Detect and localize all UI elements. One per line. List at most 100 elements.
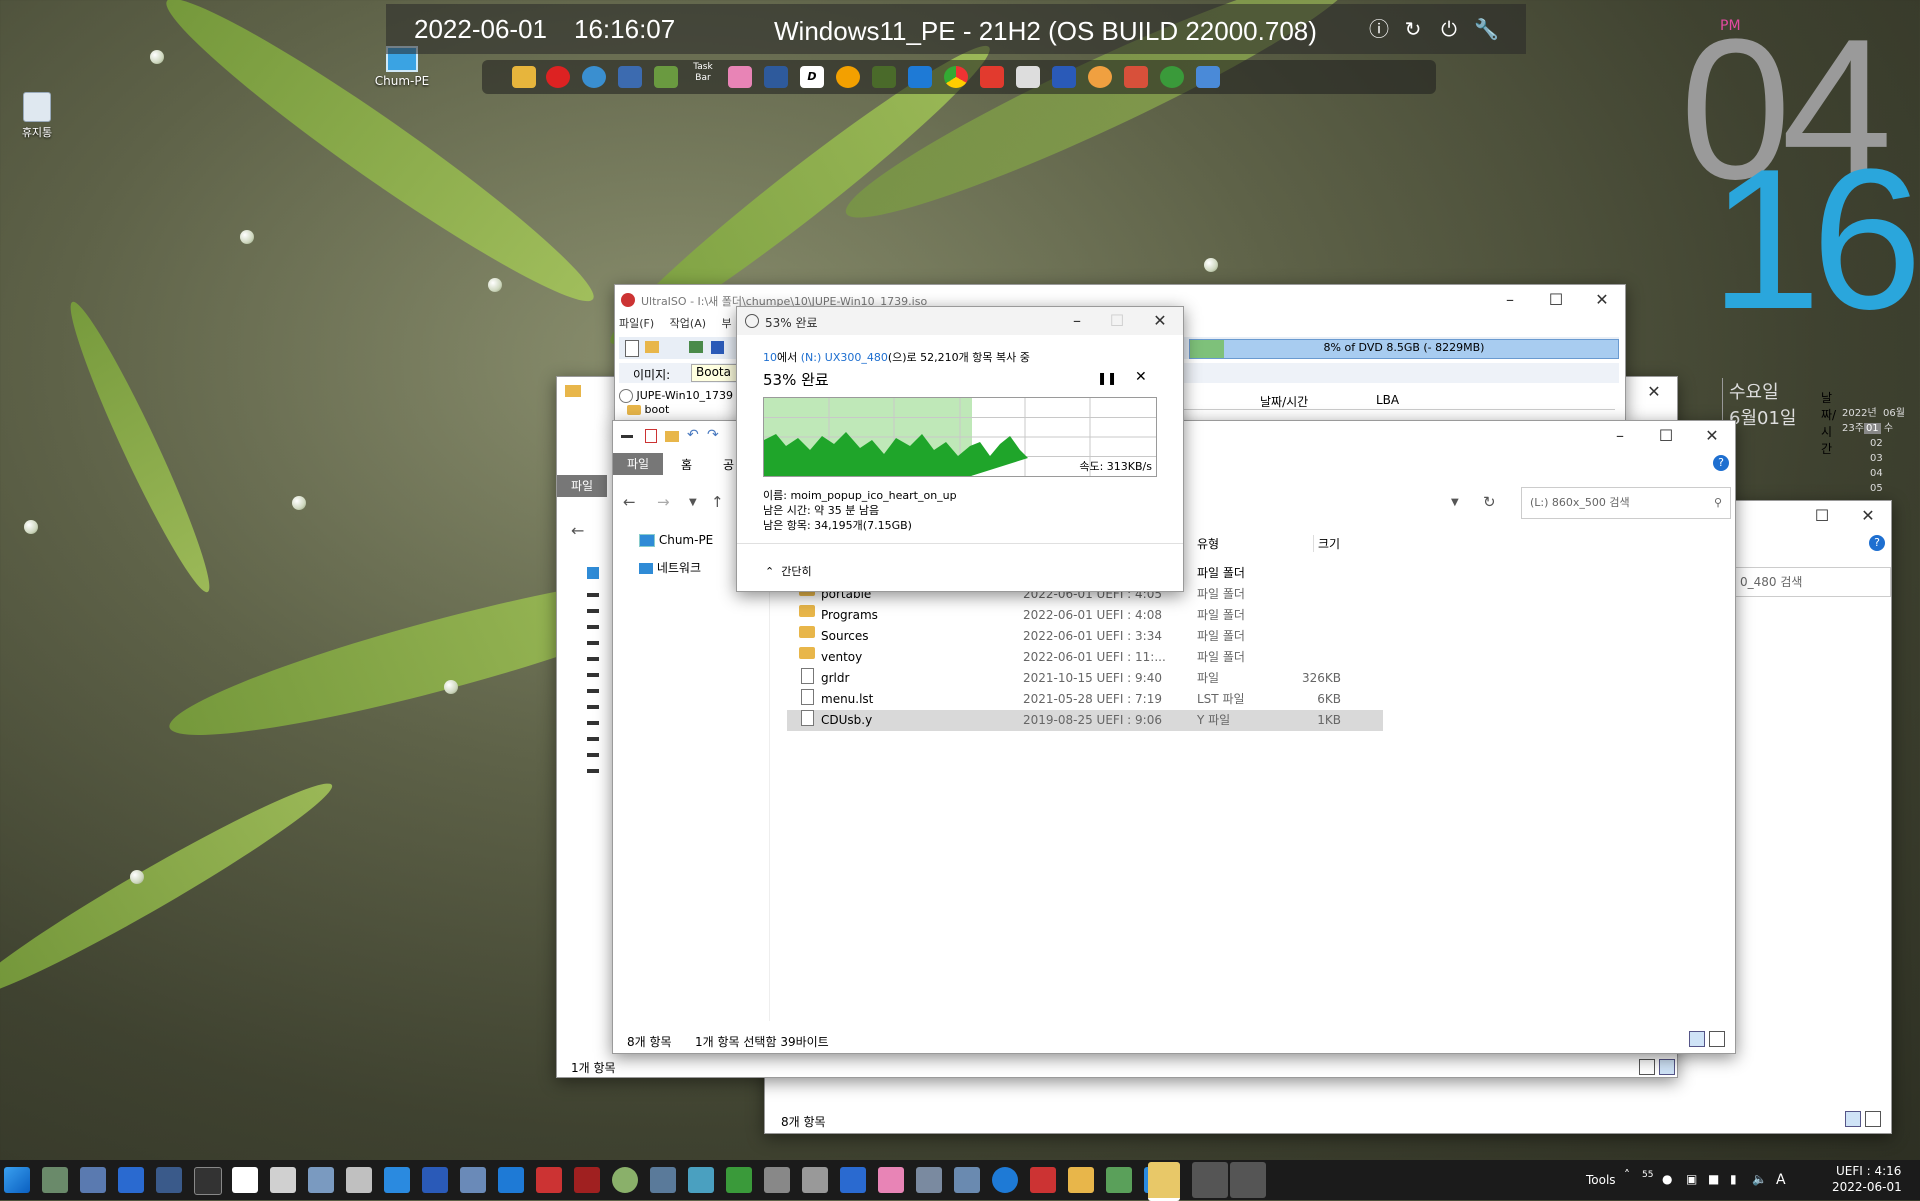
- wrench-icon[interactable]: 🔧: [1474, 18, 1499, 40]
- info-icon[interactable]: ⓘ: [1368, 18, 1390, 40]
- back-nav-back-icon[interactable]: ←: [571, 521, 584, 540]
- back-tiles-view-icon[interactable]: [1659, 1059, 1675, 1075]
- file-row[interactable]: grldr 2021-10-15 UEFI : 9:40 파일 326KB: [787, 668, 1387, 689]
- tb-app-23-icon[interactable]: [878, 1167, 904, 1193]
- ultraiso-menu-file[interactable]: 파일(F): [619, 317, 654, 330]
- ultraiso-col-lba[interactable]: LBA: [1376, 393, 1399, 407]
- copy-minimize-button[interactable]: –: [1057, 307, 1097, 335]
- right-tiles-view-icon[interactable]: [1865, 1111, 1881, 1127]
- tb-app-27-icon[interactable]: [1030, 1167, 1056, 1193]
- quick-disk-icon[interactable]: [618, 66, 642, 88]
- quick-drop-icon[interactable]: [836, 66, 860, 88]
- main-close-button[interactable]: ✕: [1689, 421, 1735, 451]
- main-search-box[interactable]: (L:) 860x_500 검색 ⚲: [1521, 487, 1731, 519]
- tb-app-3-icon[interactable]: [118, 1167, 144, 1193]
- tray-drop-icon[interactable]: ●: [1662, 1172, 1672, 1186]
- tb-app-7-icon[interactable]: [270, 1167, 296, 1193]
- open-icon[interactable]: [645, 341, 659, 353]
- tb-app-25-icon[interactable]: [954, 1167, 980, 1193]
- right-help-icon[interactable]: ?: [1869, 535, 1885, 551]
- extract-icon[interactable]: [689, 341, 703, 353]
- nav-back-icon[interactable]: ←: [623, 493, 636, 511]
- tb-disc-1-icon[interactable]: [1192, 1162, 1228, 1198]
- pause-button[interactable]: ❚❚: [1097, 371, 1117, 385]
- back-ribbon-file-tab[interactable]: 파일: [557, 475, 607, 497]
- tb-app-16-icon[interactable]: [612, 1167, 638, 1193]
- quick-chip-icon[interactable]: [872, 66, 896, 88]
- quick-tool-icon[interactable]: [654, 66, 678, 88]
- quick-folder-icon[interactable]: [512, 66, 536, 88]
- file-row[interactable]: Sources 2022-06-01 UEFI : 3:34 파일 폴더: [787, 626, 1387, 647]
- tb-disc-2-icon[interactable]: [1230, 1162, 1266, 1198]
- file-row-selected[interactable]: CDUsb.y 2019-08-25 UEFI : 9:06 Y 파일 1KB: [787, 710, 1383, 731]
- tray-usb-icon[interactable]: ▮: [1730, 1172, 1737, 1186]
- copy-close-button[interactable]: ✕: [1137, 307, 1183, 335]
- address-dropdown-icon[interactable]: ▼: [1451, 497, 1459, 508]
- ribbon-tab-file[interactable]: 파일: [613, 453, 663, 475]
- col-header-type[interactable]: 유형: [1197, 535, 1219, 552]
- qat-properties-icon[interactable]: [621, 435, 633, 438]
- quick-search-icon[interactable]: [582, 66, 606, 88]
- tb-app-11-icon[interactable]: [422, 1167, 448, 1193]
- tools-label[interactable]: Tools: [1586, 1173, 1616, 1187]
- power-icon[interactable]: ⏻: [1438, 18, 1460, 40]
- restart-icon[interactable]: ↻: [1402, 18, 1424, 40]
- tb-app-19-icon[interactable]: [726, 1167, 752, 1193]
- back-details-view-icon[interactable]: [1639, 1059, 1655, 1075]
- tb-explorer-icon[interactable]: [1068, 1167, 1094, 1193]
- nav-forward-icon[interactable]: →: [657, 493, 670, 511]
- ultraiso-close-button[interactable]: ✕: [1579, 285, 1625, 315]
- nav-item-chum-pe[interactable]: Chum-PE: [639, 533, 713, 547]
- quick-bluetooth-icon[interactable]: [908, 66, 932, 88]
- tb-app-20-icon[interactable]: [764, 1167, 790, 1193]
- tb-app-15-icon[interactable]: [574, 1167, 600, 1193]
- cancel-copy-button[interactable]: ✕: [1135, 369, 1147, 385]
- tb-app-5-icon[interactable]: [194, 1167, 222, 1195]
- main-minimize-button[interactable]: –: [1597, 421, 1643, 451]
- refresh-icon[interactable]: ↻: [1483, 493, 1496, 511]
- quick-chrome-icon[interactable]: [944, 66, 968, 88]
- tb-app-14-icon[interactable]: [536, 1167, 562, 1193]
- ultraiso-menu-more[interactable]: 부: [722, 317, 732, 330]
- quick-eraser-icon[interactable]: [1124, 66, 1148, 88]
- quick-disc-icon[interactable]: [1088, 66, 1112, 88]
- copy-dest-link[interactable]: (N:) UX300_480: [801, 351, 888, 364]
- tray-chevron-icon[interactable]: ˄: [1624, 1168, 1630, 1182]
- quick-puzzle-icon[interactable]: [1196, 66, 1220, 88]
- tb-app-8-icon[interactable]: [308, 1167, 334, 1193]
- ribbon-tab-share[interactable]: 공: [723, 456, 734, 473]
- main-details-view-icon[interactable]: [1689, 1031, 1705, 1047]
- main-tiles-view-icon[interactable]: [1709, 1031, 1725, 1047]
- copy-source-link[interactable]: 10: [763, 351, 777, 364]
- tb-app-21-icon[interactable]: [802, 1167, 828, 1193]
- tray-app-icon[interactable]: ■: [1708, 1172, 1719, 1186]
- tb-app-1-icon[interactable]: [42, 1167, 68, 1193]
- main-maximize-button[interactable]: ☐: [1643, 421, 1689, 451]
- back-close-button[interactable]: ✕: [1631, 377, 1677, 407]
- start-button-icon[interactable]: [4, 1167, 30, 1193]
- ultraiso-col-datetime[interactable]: 날짜/시간: [1260, 393, 1308, 410]
- qat-redo-icon[interactable]: ↷: [707, 427, 719, 443]
- file-row[interactable]: Programs 2022-06-01 UEFI : 4:08 파일 폴더: [787, 605, 1387, 626]
- ultraiso-minimize-button[interactable]: –: [1487, 285, 1533, 315]
- quick-save-icon[interactable]: [1052, 66, 1076, 88]
- save-icon[interactable]: [711, 341, 724, 354]
- tb-app-29-icon[interactable]: [1106, 1167, 1132, 1193]
- tb-app-24-icon[interactable]: [916, 1167, 942, 1193]
- tb-edge-icon[interactable]: [992, 1167, 1018, 1193]
- quick-anydesk-icon[interactable]: [980, 66, 1004, 88]
- right-close-button[interactable]: ✕: [1845, 501, 1891, 531]
- file-row[interactable]: menu.lst 2021-05-28 UEFI : 7:19 LST 파일 6…: [787, 689, 1387, 710]
- tb-app-13-icon[interactable]: [498, 1167, 524, 1193]
- quick-d-button[interactable]: D: [800, 66, 824, 88]
- tb-active-explorer-icon[interactable]: [1148, 1162, 1180, 1201]
- right-search-box[interactable]: 0_480 검색: [1731, 567, 1891, 597]
- nav-recent-icon[interactable]: ▼: [689, 497, 697, 508]
- tb-app-2-icon[interactable]: [80, 1167, 106, 1193]
- quick-power-icon[interactable]: [546, 66, 570, 88]
- tray-volume-icon[interactable]: 🔈: [1752, 1172, 1767, 1186]
- col-datetime[interactable]: 날짜/시간: [1821, 389, 1836, 457]
- tb-app-17-icon[interactable]: [650, 1167, 676, 1193]
- file-row[interactable]: ventoy 2022-06-01 UEFI : 11:... 파일 폴더: [787, 647, 1387, 668]
- tray-network-icon[interactable]: ▣: [1686, 1172, 1697, 1186]
